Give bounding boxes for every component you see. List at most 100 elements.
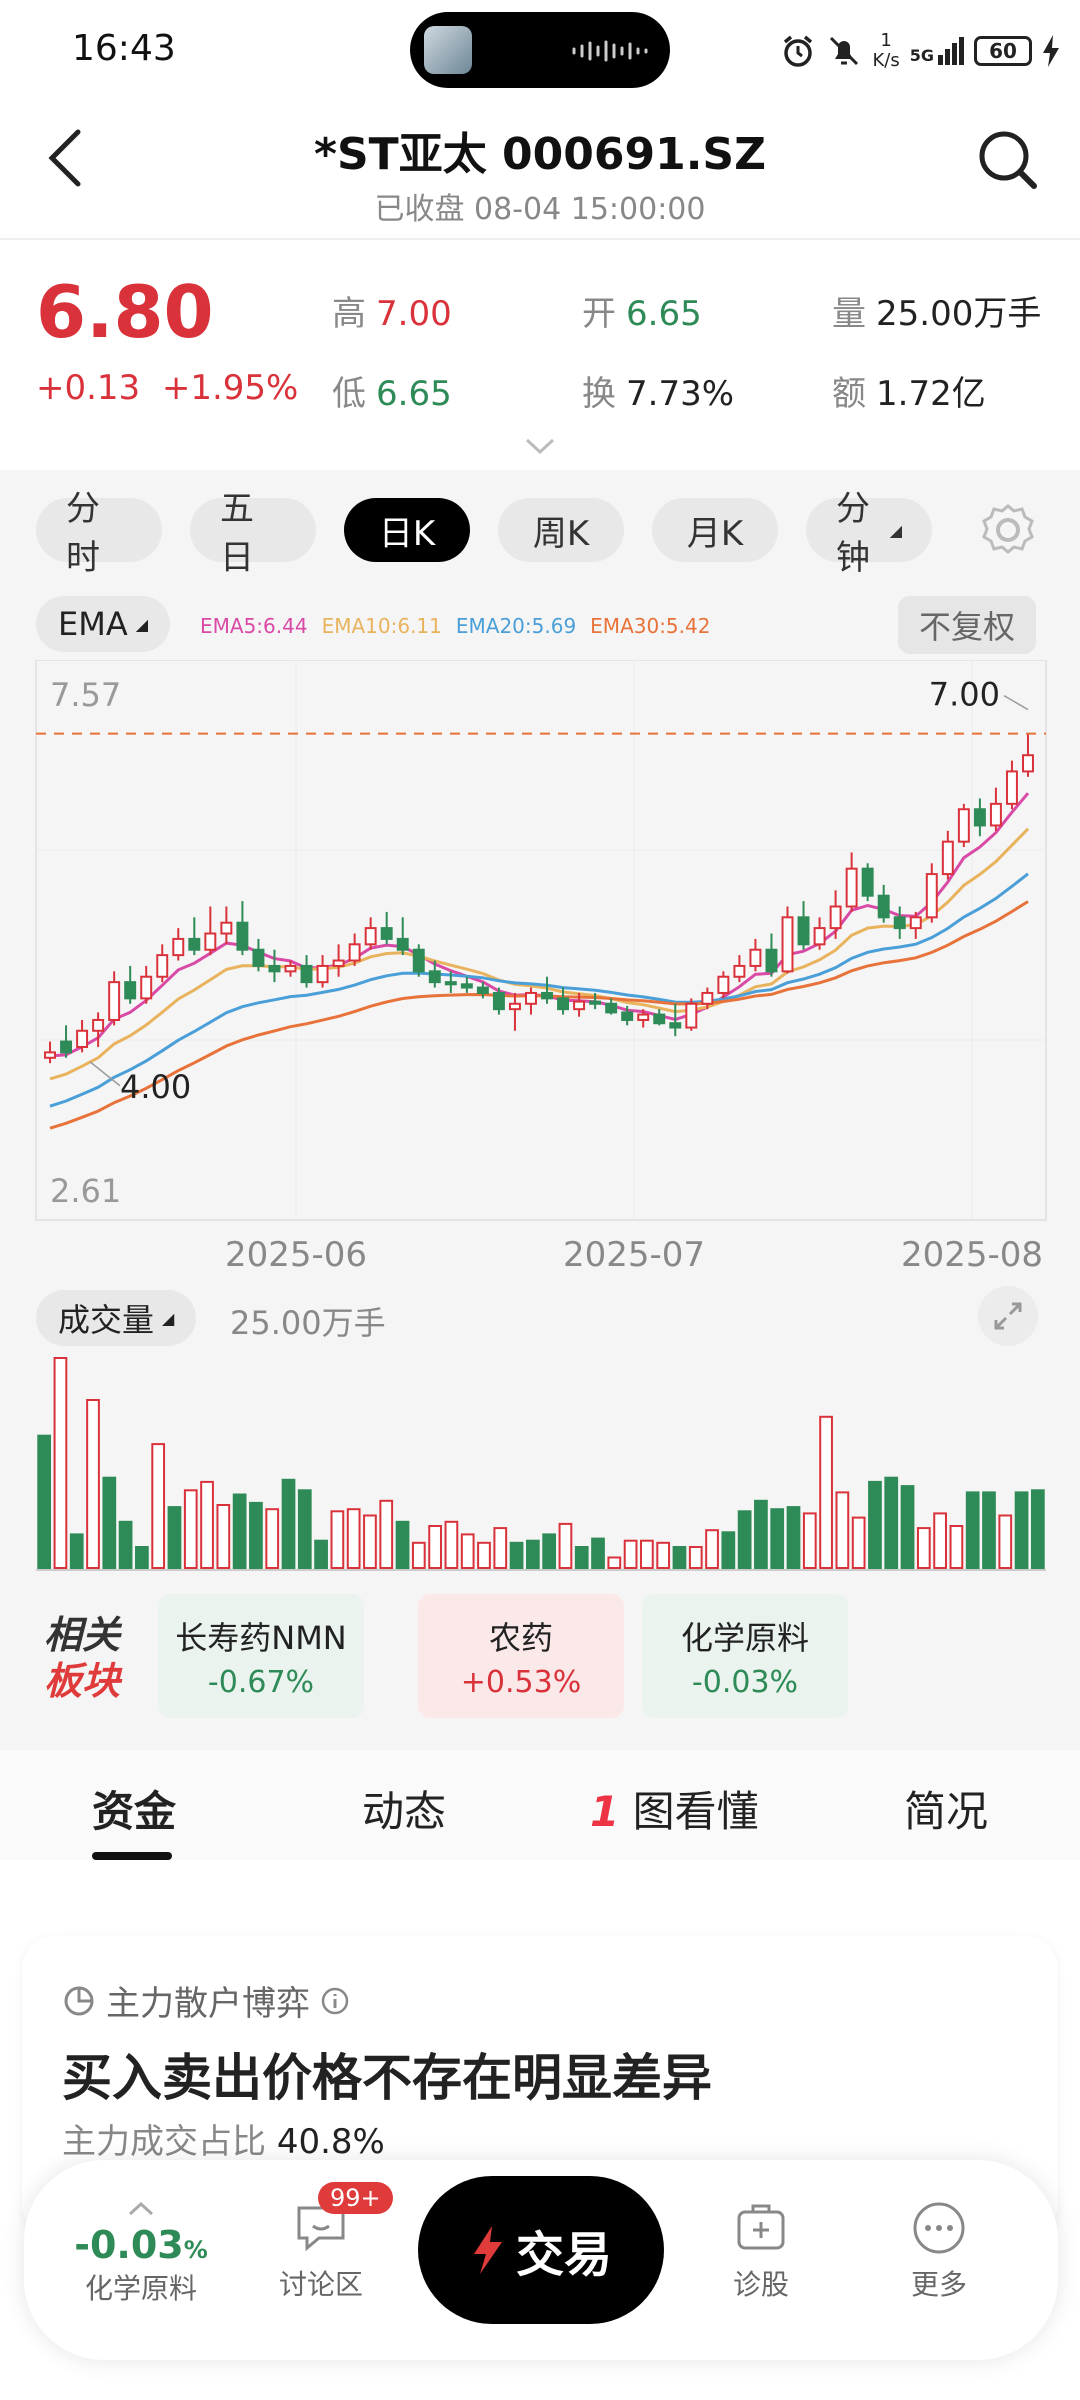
sector-card-pesticide[interactable]: 农药 +0.53% bbox=[418, 1594, 624, 1718]
candle-body bbox=[124, 981, 137, 1000]
candle-body bbox=[412, 948, 425, 973]
candle-body bbox=[172, 937, 185, 957]
notification-badge: 99+ bbox=[318, 2182, 393, 2214]
candle-body bbox=[717, 975, 730, 994]
price-change: +0.13 +1.95% bbox=[36, 368, 299, 408]
volume-bar bbox=[1030, 1489, 1045, 1569]
tab-minute[interactable]: 分钟 ◢ bbox=[806, 489, 932, 578]
amount-stat: 额 1.72亿 bbox=[832, 374, 986, 414]
volume-indicator-selector[interactable]: 成交量 ◢ bbox=[36, 1290, 197, 1346]
volume-bar bbox=[346, 1508, 361, 1569]
volume-bar bbox=[802, 1512, 817, 1569]
dynamic-island[interactable] bbox=[410, 12, 670, 88]
volume-bar bbox=[216, 1504, 231, 1569]
candle-body bbox=[845, 867, 858, 908]
battery-icon: 60 bbox=[974, 36, 1032, 66]
volume-bar bbox=[607, 1556, 622, 1569]
tab-funds[interactable]: 资金 bbox=[92, 1778, 176, 1839]
indicator-selector[interactable]: EMA ◢ bbox=[36, 596, 171, 652]
candlestick-chart[interactable]: 7.57 2.61 7.00 4.00 2025-06 2025-07 2025… bbox=[0, 660, 1080, 1280]
gear-icon[interactable] bbox=[978, 500, 1038, 560]
tab-monthly-k[interactable]: 月K bbox=[652, 498, 778, 562]
candle-body bbox=[861, 867, 874, 897]
volume-chart[interactable] bbox=[0, 1350, 1080, 1574]
candle-body bbox=[188, 937, 201, 951]
charging-icon bbox=[1043, 35, 1059, 67]
candle-body bbox=[973, 808, 986, 827]
volume-bar bbox=[411, 1541, 426, 1570]
market-status: 已收盘 08-04 15:00:00 bbox=[374, 192, 706, 227]
x-tick-label: 2025-08 bbox=[901, 1235, 1043, 1275]
volume-bar bbox=[705, 1529, 719, 1569]
ema20-value: EMA20:5.69 bbox=[455, 614, 577, 638]
candle-body bbox=[316, 964, 329, 984]
candle-body bbox=[284, 964, 297, 973]
sector-card-nmn[interactable]: 长寿药NMN -0.67% bbox=[158, 1594, 364, 1718]
info-icon[interactable] bbox=[320, 1986, 350, 2016]
candle-body bbox=[396, 937, 409, 951]
alarm-icon bbox=[784, 35, 813, 67]
sector-shortcut[interactable]: -0.03% 化学原料 bbox=[66, 2190, 216, 2307]
candle-body bbox=[204, 932, 217, 951]
signal-icon: 5G bbox=[910, 37, 964, 65]
active-tab-indicator bbox=[92, 1852, 172, 1860]
volume-bar bbox=[916, 1527, 931, 1570]
candle-body bbox=[653, 1013, 666, 1025]
candle-body bbox=[380, 927, 393, 940]
candle-body bbox=[941, 840, 954, 876]
volume-bar bbox=[297, 1489, 312, 1569]
volume-bar bbox=[868, 1480, 882, 1569]
candle-body bbox=[589, 1000, 602, 1005]
candle-body bbox=[749, 948, 762, 967]
tab-daily-k[interactable]: 日K bbox=[344, 498, 470, 562]
volume-bar bbox=[949, 1525, 964, 1569]
status-bar: 16:43 1 K/s 5G 60 bbox=[0, 0, 1080, 100]
expand-icon bbox=[994, 1302, 1022, 1330]
search-icon[interactable] bbox=[976, 128, 1040, 192]
volume-bar bbox=[363, 1514, 377, 1569]
candle-body bbox=[220, 921, 233, 935]
volume-bar bbox=[591, 1537, 605, 1570]
volume-bar bbox=[835, 1491, 850, 1569]
candle-body bbox=[877, 894, 890, 919]
volume-bar bbox=[965, 1491, 980, 1569]
tab-weekly-k[interactable]: 周K bbox=[498, 498, 624, 562]
candle-body bbox=[925, 873, 938, 919]
sector-card-chemical[interactable]: 化学原料 -0.03% bbox=[642, 1594, 848, 1718]
volume-bar bbox=[558, 1522, 573, 1569]
volume-bar bbox=[37, 1434, 52, 1569]
candle-body bbox=[781, 916, 794, 973]
expand-button[interactable] bbox=[978, 1286, 1038, 1346]
volume-bar bbox=[444, 1520, 459, 1570]
tab-fenshi[interactable]: 分时 bbox=[36, 489, 162, 578]
high-price: 高 7.00 bbox=[332, 294, 452, 334]
trade-button[interactable]: 交易 bbox=[418, 2176, 664, 2324]
candle-body bbox=[492, 991, 505, 1011]
tab-news[interactable]: 动态 bbox=[362, 1778, 446, 1839]
volume-bar bbox=[982, 1491, 996, 1569]
candle-body bbox=[989, 802, 1002, 827]
card-headline: 买入卖出价格不存在明显差异 bbox=[62, 2049, 712, 2107]
discussion-button[interactable]: 讨论区 bbox=[246, 2200, 396, 2303]
candle-body bbox=[332, 959, 345, 967]
candle-body bbox=[557, 997, 570, 1011]
candle-body bbox=[348, 943, 361, 962]
volume-bar bbox=[477, 1541, 491, 1570]
tab-profile[interactable]: 简况 bbox=[904, 1778, 988, 1839]
tab-chart-explained[interactable]: 1 图看懂 bbox=[590, 1778, 759, 1839]
candle-body bbox=[637, 1013, 650, 1021]
more-button[interactable]: 更多 bbox=[864, 2200, 1014, 2303]
tab-five-day[interactable]: 五日 bbox=[190, 489, 316, 578]
diagnose-button[interactable]: 诊股 bbox=[686, 2200, 836, 2303]
candle-body bbox=[268, 964, 281, 973]
status-time: 16:43 bbox=[72, 28, 176, 69]
volume-bar bbox=[493, 1527, 508, 1570]
adjust-button[interactable]: 不复权 bbox=[898, 596, 1036, 654]
volume-bar bbox=[53, 1357, 68, 1569]
period-tabs: 分时 五日 日K 周K 月K 分钟 ◢ bbox=[36, 489, 1046, 578]
ema5-value: EMA5:6.44 bbox=[200, 614, 308, 638]
candle-body bbox=[733, 964, 746, 978]
volume-bar bbox=[525, 1539, 540, 1569]
chevron-down-icon[interactable] bbox=[525, 436, 555, 456]
candle-body bbox=[92, 1018, 105, 1032]
